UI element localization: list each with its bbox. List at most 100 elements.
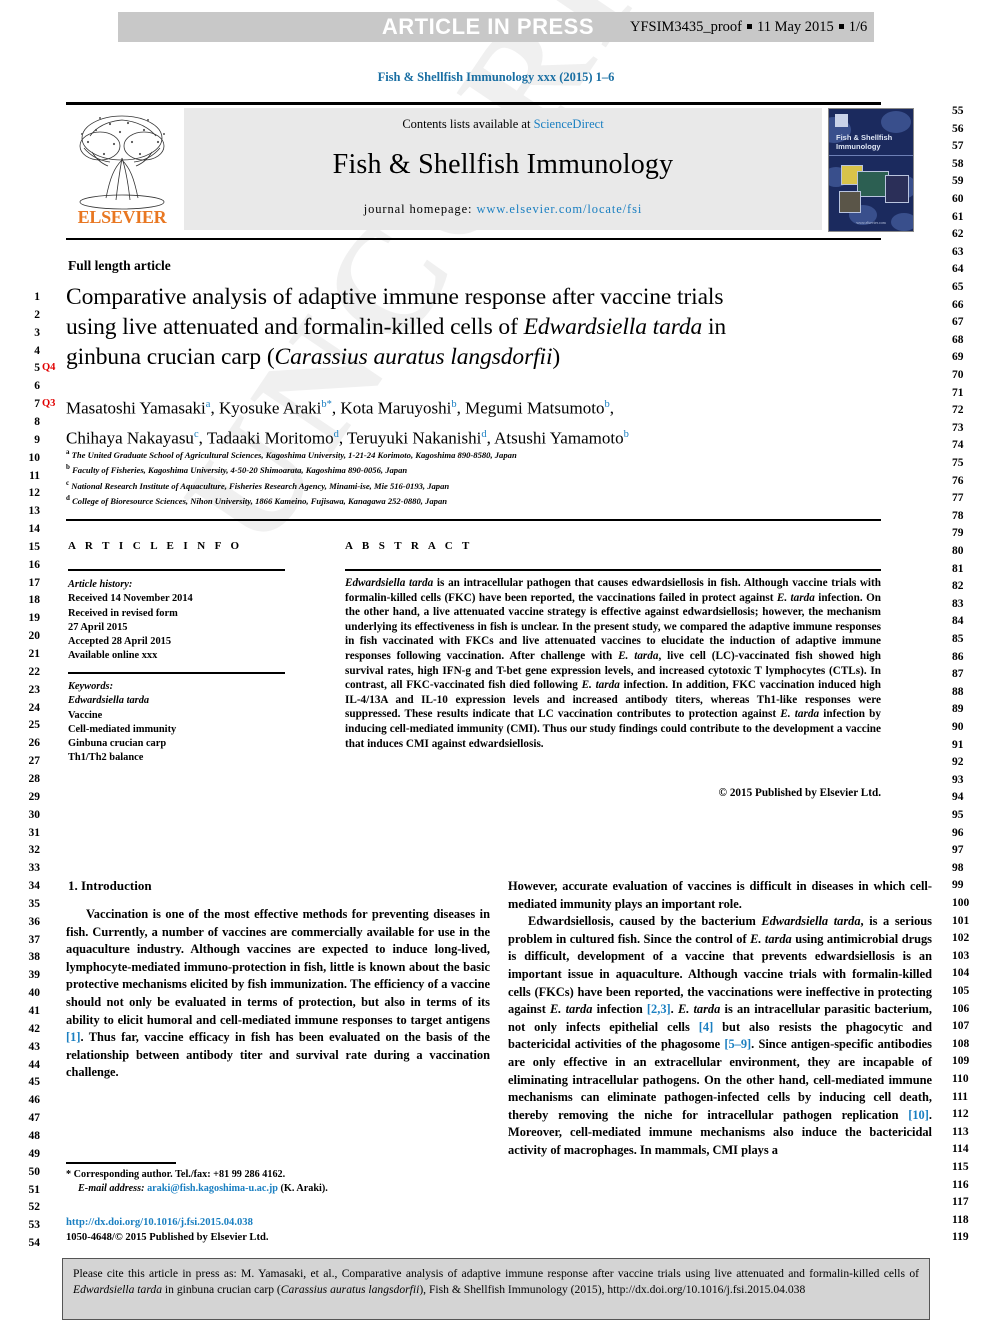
line-number-left: 18: [28, 594, 41, 607]
reference-link[interactable]: [1]: [66, 1030, 80, 1044]
line-number-right: 89: [952, 703, 964, 716]
line-number-right: 90: [952, 721, 964, 733]
reference-link[interactable]: [4]: [699, 1020, 713, 1034]
affiliation-mark: d: [66, 494, 70, 503]
citation-prefix: Please cite this article in press as: M.…: [73, 1267, 919, 1280]
line-number-left: 27: [28, 755, 41, 768]
proof-id: YFSIM3435_proof: [630, 19, 742, 35]
contents-line: Contents lists available at ScienceDirec…: [184, 108, 822, 132]
line-number-left: 29: [28, 790, 41, 803]
author-name: Teruyuki Nakanishi: [347, 428, 482, 448]
line-number-right: 88: [952, 685, 964, 698]
line-number-right: 59: [952, 175, 964, 188]
line-number-left: 2: [34, 308, 40, 321]
line-number-right: 106: [952, 1002, 970, 1015]
reference-link[interactable]: [5–9]: [724, 1037, 751, 1051]
species-name: E. tarda: [776, 591, 815, 604]
author-name: Atsushi Yamamoto: [494, 428, 624, 448]
line-number-right: 78: [952, 509, 964, 522]
title-line-2a: using live attenuated and formalin-kille…: [66, 314, 524, 340]
line-number-right: 108: [952, 1037, 970, 1050]
species-name: Edwardsiella tarda: [761, 914, 861, 929]
abstract-copyright: © 2015 Published by Elsevier Ltd.: [718, 787, 881, 799]
article-history-item: Accepted 28 April 2015: [68, 636, 172, 648]
line-number-left: 52: [28, 1201, 41, 1214]
affiliation-mark: b: [66, 463, 70, 472]
line-number-left: 3: [34, 326, 40, 339]
cover-footer-text: www.elsevier.com: [856, 220, 886, 225]
author-affiliation-mark[interactable]: b: [624, 429, 629, 440]
line-number-right: 75: [952, 457, 964, 469]
journal-masthead: ELSEVIER Contents lists available at Sci…: [66, 108, 914, 232]
email-label: E-mail address:: [78, 1183, 145, 1195]
keywords-label: Keywords:: [68, 681, 114, 692]
line-number-left: 15: [28, 540, 41, 553]
line-number-left: 51: [28, 1183, 41, 1196]
email-owner: (K. Araki).: [280, 1183, 328, 1195]
line-number-right: 76: [952, 474, 964, 487]
query-tag-q3[interactable]: Q3: [42, 398, 55, 409]
species-name: E. tarda: [750, 931, 792, 946]
line-number-left: 40: [28, 987, 41, 1000]
abstract-body: is an intracellular pathogen that causes…: [345, 577, 882, 750]
line-number-right: 119: [952, 1231, 969, 1244]
line-number-right: 81: [952, 562, 964, 575]
line-number-left: 10: [28, 451, 41, 464]
reference-link[interactable]: [2,3]: [647, 1002, 671, 1016]
author-separator: ,: [338, 428, 348, 448]
line-number-right: 56: [952, 122, 964, 135]
affiliation-item: b Faculty of Fisheries, Kagoshima Univer…: [66, 461, 826, 476]
line-number-right: 77: [952, 492, 964, 505]
line-number-right: 115: [952, 1161, 969, 1173]
line-number-right: 109: [952, 1055, 970, 1068]
issn-copyright-line: 1050-4648/© 2015 Published by Elsevier L…: [66, 1231, 269, 1243]
line-number-right: 85: [952, 633, 964, 645]
proof-stamp: YFSIM3435_proof 11 May 2015 1/6: [624, 12, 874, 42]
line-number-left: 54: [28, 1237, 41, 1250]
line-number-left: 45: [28, 1076, 41, 1089]
line-number-right: 92: [952, 756, 964, 769]
email-link[interactable]: araki@fish.kagoshima-u.ac.jp: [147, 1183, 278, 1194]
line-number-right: 114: [952, 1143, 969, 1156]
line-number-right: 91: [952, 738, 964, 751]
species-name: E. tarda: [618, 649, 659, 662]
line-number-left: 25: [28, 719, 41, 732]
line-number-right: 57: [952, 140, 964, 153]
author-separator: ,: [609, 398, 614, 418]
query-tag-q4[interactable]: Q4: [42, 362, 55, 373]
line-number-left: 31: [28, 826, 41, 839]
citation-box: Please cite this article in press as: M.…: [62, 1258, 930, 1320]
citation-species-2: Carassius auratus langsdorfii: [280, 1283, 420, 1297]
line-number-left: 21: [28, 648, 41, 660]
line-number-left: 48: [28, 1129, 41, 1142]
homepage-link[interactable]: www.elsevier.com/locate/fsi: [476, 202, 642, 216]
page-title: Comparative analysis of adaptive immune …: [66, 282, 866, 372]
line-number-right: 61: [952, 210, 964, 223]
line-number-right: 107: [952, 1020, 970, 1033]
line-number-left: 5: [34, 362, 40, 375]
line-number-right: 60: [952, 193, 964, 205]
line-number-left: 22: [28, 665, 41, 678]
line-number-right: 86: [952, 650, 964, 663]
citation-mid: in ginbuna crucian carp (: [162, 1283, 281, 1297]
line-number-right: 82: [952, 580, 964, 593]
line-number-right: 95: [952, 809, 964, 821]
doi-link[interactable]: http://dx.doi.org/10.1016/j.fsi.2015.04.…: [66, 1216, 490, 1231]
reference-link[interactable]: [10]: [908, 1108, 929, 1122]
line-number-left: 17: [28, 576, 41, 589]
intro-right-column: However, accurate evaluation of vaccines…: [508, 878, 932, 1160]
article-history: Article history: Received 14 November 20…: [68, 578, 283, 664]
affiliation-item: a The United Graduate School of Agricult…: [66, 446, 826, 461]
author-name: Chihaya Nakayasu: [66, 428, 194, 448]
line-number-right: 110: [952, 1073, 969, 1085]
article-info-heading: A R T I C L E I N F O: [68, 540, 243, 552]
line-number-left: 28: [28, 772, 41, 785]
line-number-right: 58: [952, 157, 964, 170]
line-number-right: 74: [952, 439, 964, 452]
article-type-label: Full length article: [68, 258, 171, 273]
sciencedirect-link[interactable]: ScienceDirect: [534, 117, 604, 131]
line-number-left: 44: [28, 1058, 41, 1071]
masthead-bottom-rule: [66, 238, 881, 240]
line-number-right: 96: [952, 826, 964, 839]
line-number-right: 118: [952, 1213, 969, 1226]
